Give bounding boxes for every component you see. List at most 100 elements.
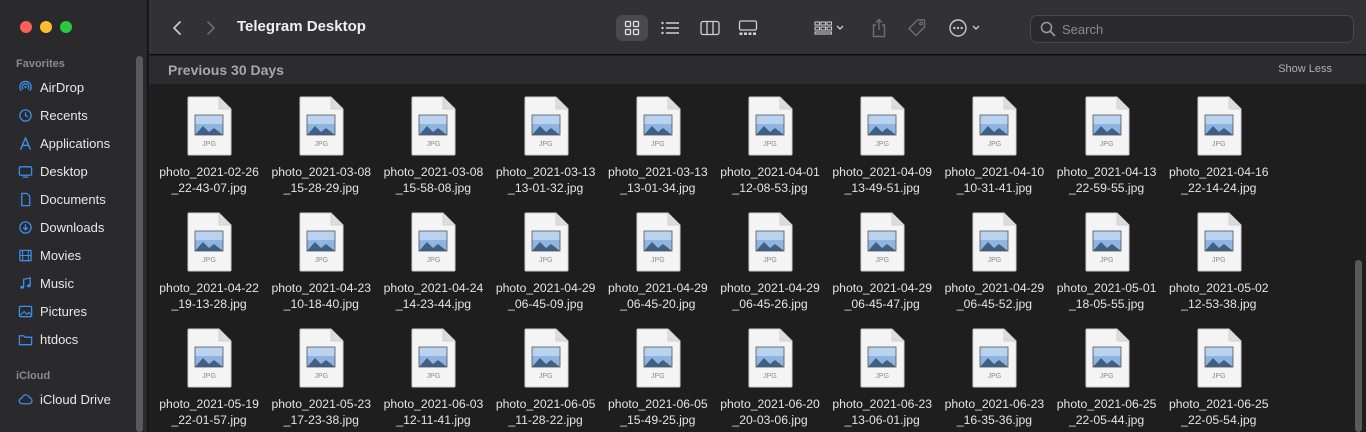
close-window-button[interactable] (20, 21, 32, 33)
file-item[interactable]: JPG photo_2021-06-05_11-28-22.jpg (490, 326, 602, 432)
file-item[interactable]: JPG photo_2021-05-19_22-01-57.jpg (153, 326, 265, 432)
file-type-badge: JPG (651, 373, 665, 380)
group-by-button[interactable] (809, 15, 851, 41)
file-type-badge: JPG (314, 141, 329, 148)
file-name: photo_2021-05-23_17-23-38.jpg (271, 397, 372, 427)
file-item[interactable]: JPG photo_2021-02-26_22-43-07.jpg (153, 94, 265, 210)
desktop-icon (18, 165, 33, 178)
back-button[interactable] (167, 17, 187, 39)
file-item[interactable]: JPG photo_2021-06-25_22-05-54.jpg (1163, 326, 1275, 432)
sidebar-item-pictures[interactable]: Pictures (18, 300, 138, 322)
file-item[interactable]: JPG photo_2021-04-13_22-59-55.jpg (1051, 94, 1163, 210)
sidebar-item-label: Pictures (40, 303, 87, 319)
list-view-button[interactable] (654, 15, 686, 41)
sidebar-item-music[interactable]: Music (18, 272, 138, 294)
file-type-badge: JPG (987, 141, 1002, 148)
window-title: Telegram Desktop (237, 18, 366, 35)
gallery-view-button[interactable] (732, 15, 764, 41)
sidebar-item-applications[interactable]: Applications (18, 132, 138, 154)
jpg-file-icon: JPG (971, 96, 1017, 156)
file-grid: JPG photo_2021-02-26_22-43-07.jpg JPG photo… (153, 94, 1275, 432)
group-icon (814, 21, 844, 35)
file-item[interactable]: JPG photo_2021-04-29_06-45-20.jpg (602, 210, 714, 326)
file-item[interactable]: JPG photo_2021-04-16_22-14-24.jpg (1163, 94, 1275, 210)
content-scrollbar[interactable] (1355, 260, 1362, 432)
file-type-badge: JPG (987, 257, 1002, 264)
applications-icon (20, 136, 31, 150)
file-item[interactable]: JPG photo_2021-03-13_13-01-32.jpg (490, 94, 602, 210)
file-name: photo_2021-06-23_13-06-01.jpg (832, 397, 933, 427)
file-item[interactable]: JPG photo_2021-04-29_06-45-52.jpg (938, 210, 1050, 326)
zoom-window-button[interactable] (60, 21, 72, 33)
file-item[interactable]: JPG photo_2021-06-20_20-03-06.jpg (714, 326, 826, 432)
file-name: photo_2021-05-01_18-05-55.jpg (1056, 281, 1157, 311)
file-name: photo_2021-06-25_22-05-54.jpg (1168, 397, 1269, 427)
sidebar-item-icloud-drive[interactable]: iCloud Drive (18, 388, 138, 410)
jpg-file-icon: JPG (971, 212, 1017, 272)
file-name: photo_2021-06-03_12-11-41.jpg (383, 397, 484, 427)
file-type-badge: JPG (987, 373, 1002, 380)
file-item[interactable]: JPG photo_2021-04-10_10-31-41.jpg (938, 94, 1050, 210)
minimize-window-button[interactable] (40, 21, 52, 33)
jpg-file-icon: JPG (186, 328, 232, 388)
file-item[interactable]: JPG photo_2021-03-08_15-28-29.jpg (265, 94, 377, 210)
file-type-badge: JPG (1099, 257, 1114, 264)
file-item[interactable]: JPG photo_2021-06-23_13-06-01.jpg (826, 326, 938, 432)
jpg-file-icon: JPG (523, 212, 569, 272)
file-item[interactable]: JPG photo_2021-06-23_16-35-36.jpg (938, 326, 1050, 432)
file-item[interactable]: JPG photo_2021-04-29_06-45-26.jpg (714, 210, 826, 326)
file-item[interactable]: JPG photo_2021-04-24_14-23-44.jpg (377, 210, 489, 326)
file-item[interactable]: JPG photo_2021-04-23_10-18-40.jpg (265, 210, 377, 326)
icon-view-button[interactable] (616, 15, 648, 41)
search-input[interactable] (1062, 21, 1342, 37)
chevron-left-icon (173, 21, 181, 35)
file-item[interactable]: JPG photo_2021-03-13_13-01-34.jpg (602, 94, 714, 210)
search-field[interactable] (1030, 15, 1354, 43)
jpg-file-icon: JPG (410, 328, 456, 388)
file-item[interactable]: JPG photo_2021-06-05_15-49-25.jpg (602, 326, 714, 432)
ellipsis-circle-icon (949, 19, 980, 37)
file-item[interactable]: JPG photo_2021-06-03_12-11-41.jpg (377, 326, 489, 432)
jpg-file-icon: JPG (635, 328, 681, 388)
sidebar-item-label: Desktop (40, 163, 88, 179)
file-item[interactable]: JPG photo_2021-04-29_06-45-47.jpg (826, 210, 938, 326)
sidebar-scrollbar[interactable] (136, 56, 143, 432)
forward-button[interactable] (201, 17, 221, 39)
sidebar-item-recents[interactable]: Recents (18, 104, 138, 126)
jpg-file-icon: JPG (298, 212, 344, 272)
folder-icon (18, 334, 33, 345)
column-view-button[interactable] (694, 15, 726, 41)
file-item[interactable]: JPG photo_2021-04-29_06-45-09.jpg (490, 210, 602, 326)
show-less-button[interactable]: Show Less (1278, 63, 1332, 75)
file-type-badge: JPG (314, 373, 329, 380)
share-button[interactable] (867, 15, 891, 41)
sidebar-item-airdrop[interactable]: AirDrop (18, 76, 138, 98)
file-name: photo_2021-03-13_13-01-34.jpg (608, 165, 708, 195)
file-item[interactable]: JPG photo_2021-04-22_19-13-28.jpg (153, 210, 265, 326)
file-type-badge: JPG (1099, 373, 1114, 380)
jpg-file-icon: JPG (747, 328, 793, 388)
file-item[interactable]: JPG photo_2021-06-25_22-05-44.jpg (1051, 326, 1163, 432)
file-name: photo_2021-02-26_22-43-07.jpg (159, 165, 259, 195)
sidebar-item-desktop[interactable]: Desktop (18, 160, 138, 182)
jpg-file-icon: JPG (859, 96, 905, 156)
sidebar-item-documents[interactable]: Documents (18, 188, 138, 210)
jpg-file-icon: JPG (1084, 96, 1130, 156)
clock-icon (19, 108, 32, 122)
sidebar-item-movies[interactable]: Movies (18, 244, 138, 266)
file-item[interactable]: JPG photo_2021-05-02_12-53-38.jpg (1163, 210, 1275, 326)
sidebar-item-label: Music (40, 275, 74, 291)
tag-button[interactable] (905, 15, 929, 41)
file-item[interactable]: JPG photo_2021-04-09_13-49-51.jpg (826, 94, 938, 210)
file-name: photo_2021-06-23_16-35-36.jpg (944, 397, 1045, 427)
photo-icon (18, 305, 33, 317)
action-menu-button[interactable] (945, 15, 985, 41)
sidebar-item-htdocs[interactable]: htdocs (18, 328, 138, 350)
file-item[interactable]: JPG photo_2021-04-01_12-08-53.jpg (714, 94, 826, 210)
file-item[interactable]: JPG photo_2021-05-01_18-05-55.jpg (1051, 210, 1163, 326)
file-type-badge: JPG (538, 141, 553, 148)
file-item[interactable]: JPG photo_2021-03-08_15-58-08.jpg (377, 94, 489, 210)
sidebar-item-downloads[interactable]: Downloads (18, 216, 138, 238)
file-name: photo_2021-04-10_10-31-41.jpg (944, 165, 1045, 195)
file-item[interactable]: JPG photo_2021-05-23_17-23-38.jpg (265, 326, 377, 432)
